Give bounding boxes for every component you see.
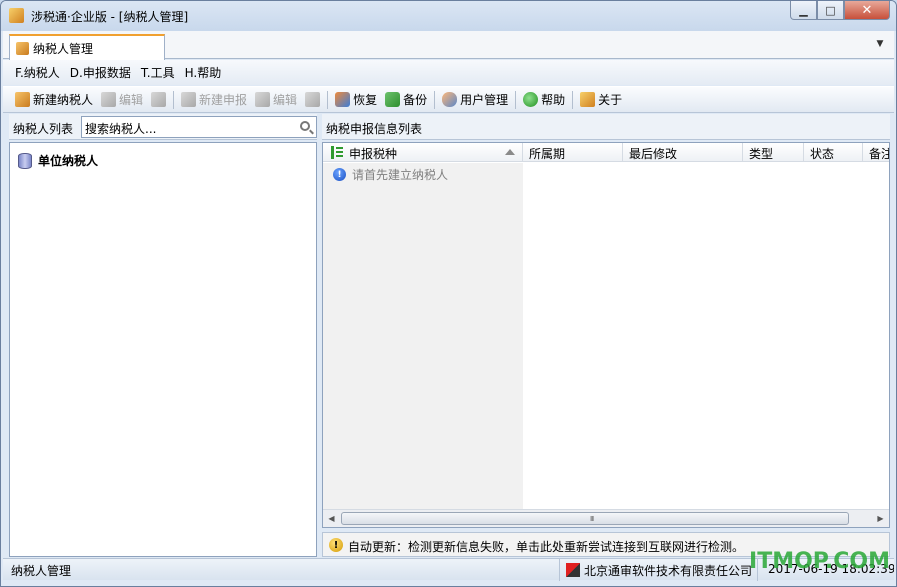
new-taxpayer-icon xyxy=(15,92,30,107)
tree-node-label: 单位纳税人 xyxy=(38,154,99,168)
users-icon xyxy=(442,92,458,107)
help-label: 帮助 xyxy=(541,93,566,107)
app-window: 涉税通·企业版 - [纳税人管理] ▁ □ ✕ 纳税人管理 ▼ F.纳税人 D.… xyxy=(0,0,897,587)
minimize-button[interactable]: ▁ xyxy=(790,1,817,20)
backup-icon xyxy=(385,92,401,107)
help-icon xyxy=(523,92,539,107)
edit-declaration-button[interactable]: 编辑 xyxy=(251,89,301,111)
document-tab-strip: 纳税人管理 ▼ xyxy=(3,31,894,60)
grouping-icon xyxy=(331,146,343,159)
new-taxpayer-button[interactable]: 新建纳税人 xyxy=(11,89,97,111)
scrollbar-thumb[interactable]: III xyxy=(341,512,849,525)
submit-declaration-button[interactable] xyxy=(301,89,324,111)
menu-bar: F.纳税人 D.申报数据 T.工具 H.帮助 xyxy=(3,60,894,85)
backup-button[interactable]: 备份 xyxy=(381,89,431,111)
column-header-remark[interactable]: 备注 xyxy=(863,143,889,162)
edit-declaration-icon xyxy=(255,92,271,107)
taxpayer-list-header: 纳税人列表 搜索纳税人... xyxy=(9,114,317,140)
auto-update-text[interactable]: 自动更新：检测更新信息失败，单击此处重新尝试连接到互联网进行检测。 xyxy=(348,538,744,555)
delete-taxpayer-button[interactable] xyxy=(147,89,170,111)
company-logo-icon xyxy=(566,563,580,577)
tab-list-dropdown-icon[interactable]: ▼ xyxy=(874,39,886,49)
restore-icon xyxy=(335,92,351,107)
taxpayer-search-input[interactable]: 搜索纳税人... xyxy=(81,116,317,138)
new-declaration-icon xyxy=(181,92,197,107)
edit-taxpayer-icon xyxy=(101,92,117,107)
column-header-status[interactable]: 状态 xyxy=(804,143,863,162)
restore-button[interactable]: 恢复 xyxy=(331,89,381,111)
tab-label: 纳税人管理 xyxy=(33,41,94,56)
tree-node-unit-taxpayer[interactable]: 单位纳税人 xyxy=(18,152,98,169)
help-button[interactable]: 帮助 xyxy=(519,89,569,111)
toolbar-separator xyxy=(515,90,517,109)
maximize-button[interactable]: □ xyxy=(817,1,844,20)
user-management-button[interactable]: 用户管理 xyxy=(438,89,512,111)
search-placeholder: 搜索纳税人... xyxy=(85,122,157,136)
info-icon: ! xyxy=(333,168,346,181)
taxpayer-tree[interactable]: 单位纳税人 xyxy=(9,142,317,557)
column-header-period[interactable]: 所属期 xyxy=(523,143,623,162)
warning-icon: ! xyxy=(329,538,343,552)
new-declaration-button[interactable]: 新建申报 xyxy=(177,89,251,111)
database-icon xyxy=(18,152,32,169)
status-module: 纳税人管理 xyxy=(11,564,72,578)
toolbar-separator xyxy=(572,90,574,109)
column-header-tax-type-label: 申报税种 xyxy=(349,147,398,161)
toolbar-separator xyxy=(327,90,329,109)
grid-group-area: ! 请首先建立纳税人 xyxy=(323,163,523,509)
window-controls: ▁ □ ✕ xyxy=(790,1,890,21)
delete-taxpayer-icon xyxy=(151,92,167,107)
window-title: 涉税通·企业版 - [纳税人管理] xyxy=(31,10,189,24)
title-bar[interactable]: 涉税通·企业版 - [纳税人管理] ▁ □ ✕ xyxy=(1,1,896,31)
toolbar-separator xyxy=(173,90,175,109)
restore-label: 恢复 xyxy=(353,93,378,107)
taxpayer-list-label: 纳税人列表 xyxy=(13,122,74,136)
company-name: 北京通审软件技术有限责任公司 xyxy=(584,563,753,578)
menu-help[interactable]: H.帮助 xyxy=(185,64,222,81)
grid-header-row: 申报税种 所属期 最后修改 类型 状态 备注 xyxy=(323,143,889,162)
sort-ascending-icon xyxy=(505,149,515,155)
column-header-last-modified[interactable]: 最后修改 xyxy=(623,143,743,162)
empty-grid-message: ! 请首先建立纳税人 xyxy=(333,166,448,183)
toolbar-separator xyxy=(434,90,436,109)
toolbar: 新建纳税人 编辑 新建申报 编辑 恢复 备份 用户管理 帮助 关于 xyxy=(3,86,894,113)
declaration-list-header: 纳税申报信息列表 xyxy=(322,114,890,140)
column-header-tax-type[interactable]: 申报税种 xyxy=(323,143,523,162)
search-icon[interactable] xyxy=(300,121,310,131)
menu-taxpayer[interactable]: F.纳税人 xyxy=(15,64,60,81)
tab-taxpayer-management[interactable]: 纳税人管理 xyxy=(9,34,165,60)
declaration-grid[interactable]: 申报税种 所属期 最后修改 类型 状态 备注 ! 请首先建立纳税人 ◀ III … xyxy=(322,142,890,528)
new-declaration-label: 新建申报 xyxy=(199,93,248,107)
empty-grid-text: 请首先建立纳税人 xyxy=(352,168,449,182)
user-management-label: 用户管理 xyxy=(460,93,509,107)
submit-declaration-icon xyxy=(305,92,321,107)
edit-taxpayer-label: 编辑 xyxy=(119,93,144,107)
edit-declaration-label: 编辑 xyxy=(273,93,298,107)
declaration-list-label: 纳税申报信息列表 xyxy=(326,122,423,136)
site-watermark: ITMOP.COM xyxy=(749,549,890,574)
column-header-type[interactable]: 类型 xyxy=(743,143,804,162)
about-label: 关于 xyxy=(598,93,623,107)
scroll-right-icon[interactable]: ▶ xyxy=(872,510,889,527)
scrollbar-grip: III xyxy=(590,515,594,523)
status-company: 北京通审软件技术有限责任公司 xyxy=(559,559,757,581)
backup-label: 备份 xyxy=(403,93,428,107)
edit-taxpayer-button[interactable]: 编辑 xyxy=(97,89,147,111)
horizontal-scrollbar[interactable]: ◀ III ▶ xyxy=(323,509,889,527)
taxpayer-tab-icon xyxy=(16,41,29,55)
scroll-left-icon[interactable]: ◀ xyxy=(323,510,340,527)
menu-declaration-data[interactable]: D.申报数据 xyxy=(70,64,131,81)
app-logo-icon xyxy=(9,8,24,23)
about-icon xyxy=(580,92,596,107)
menu-tools[interactable]: T.工具 xyxy=(141,64,175,81)
new-taxpayer-label: 新建纳税人 xyxy=(33,93,94,107)
close-button[interactable]: ✕ xyxy=(844,1,890,20)
about-button[interactable]: 关于 xyxy=(576,89,626,111)
